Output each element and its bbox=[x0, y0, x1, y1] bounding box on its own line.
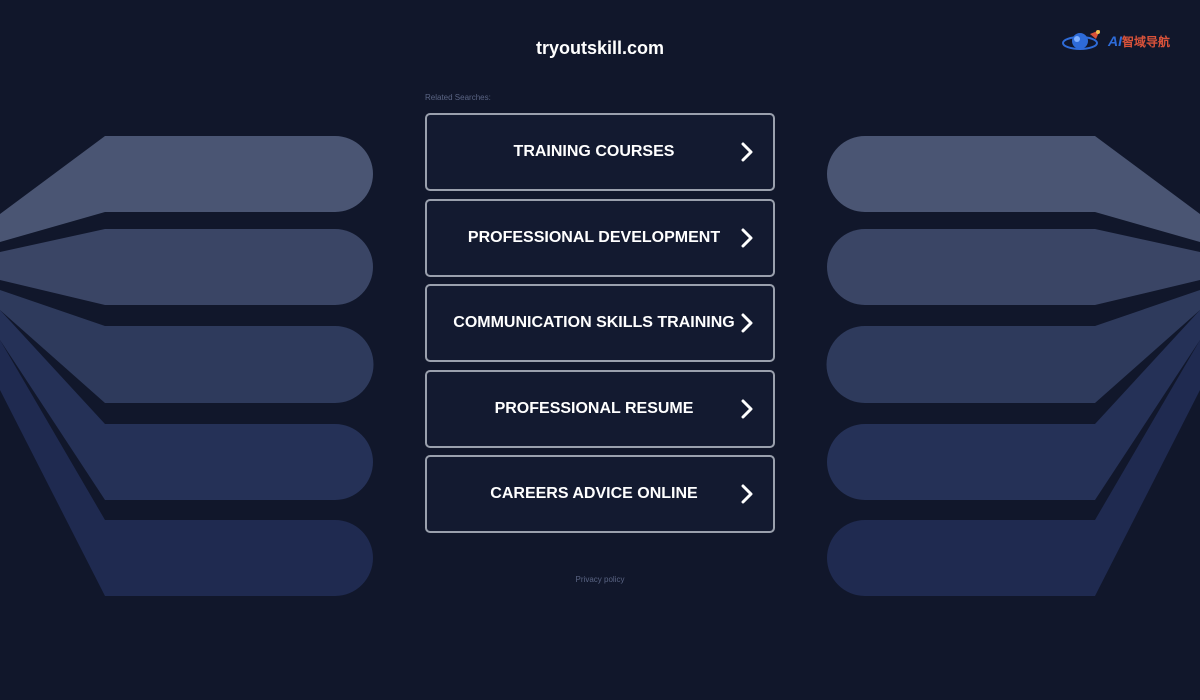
link-label: COMMUNICATION SKILLS TRAINING bbox=[453, 314, 735, 331]
right-fan-shapes bbox=[826, 136, 1200, 596]
link-label: TRAINING COURSES bbox=[513, 143, 675, 160]
chevron-right-icon bbox=[741, 313, 753, 333]
link-label: PROFESSIONAL DEVELOPMENT bbox=[467, 228, 721, 246]
page-title: tryoutskill.com bbox=[535, 38, 665, 58]
logo-text: AI智域导航 bbox=[1108, 33, 1170, 50]
related-searches-label: Related Searches: bbox=[425, 93, 491, 102]
chevron-right-icon bbox=[741, 228, 753, 247]
related-link-professional-resume[interactable]: PROFESSIONAL RESUME bbox=[425, 369, 775, 448]
privacy-policy-link[interactable]: Privacy policy bbox=[0, 575, 1200, 584]
link-label: PROFESSIONAL RESUME bbox=[494, 399, 694, 417]
link-label: CAREERS ADVICE ONLINE bbox=[490, 485, 698, 502]
related-link-careers-advice-online[interactable]: CAREERS ADVICE ONLINE bbox=[425, 455, 775, 533]
logo-ai-text: AI bbox=[1108, 33, 1122, 49]
related-link-communication-skills-training[interactable]: COMMUNICATION SKILLS TRAINING bbox=[425, 284, 775, 362]
left-fan-shapes bbox=[0, 136, 374, 596]
chevron-right-icon bbox=[741, 484, 753, 504]
rocket-planet-icon bbox=[1062, 30, 1100, 50]
logo-cn-text: 智域导航 bbox=[1122, 35, 1171, 49]
related-links-list: TRAINING COURSES PROFESSIONAL DEVELOPMEN… bbox=[425, 113, 775, 541]
chevron-right-icon bbox=[741, 142, 753, 162]
chevron-right-icon bbox=[741, 399, 753, 418]
related-link-professional-development[interactable]: PROFESSIONAL DEVELOPMENT bbox=[425, 198, 775, 277]
page: tryoutskill.com AI智域导航 Related Searches:… bbox=[0, 0, 1200, 700]
related-link-training-courses[interactable]: TRAINING COURSES bbox=[425, 113, 775, 191]
brand-logo[interactable]: AI智域导航 bbox=[1060, 28, 1182, 56]
